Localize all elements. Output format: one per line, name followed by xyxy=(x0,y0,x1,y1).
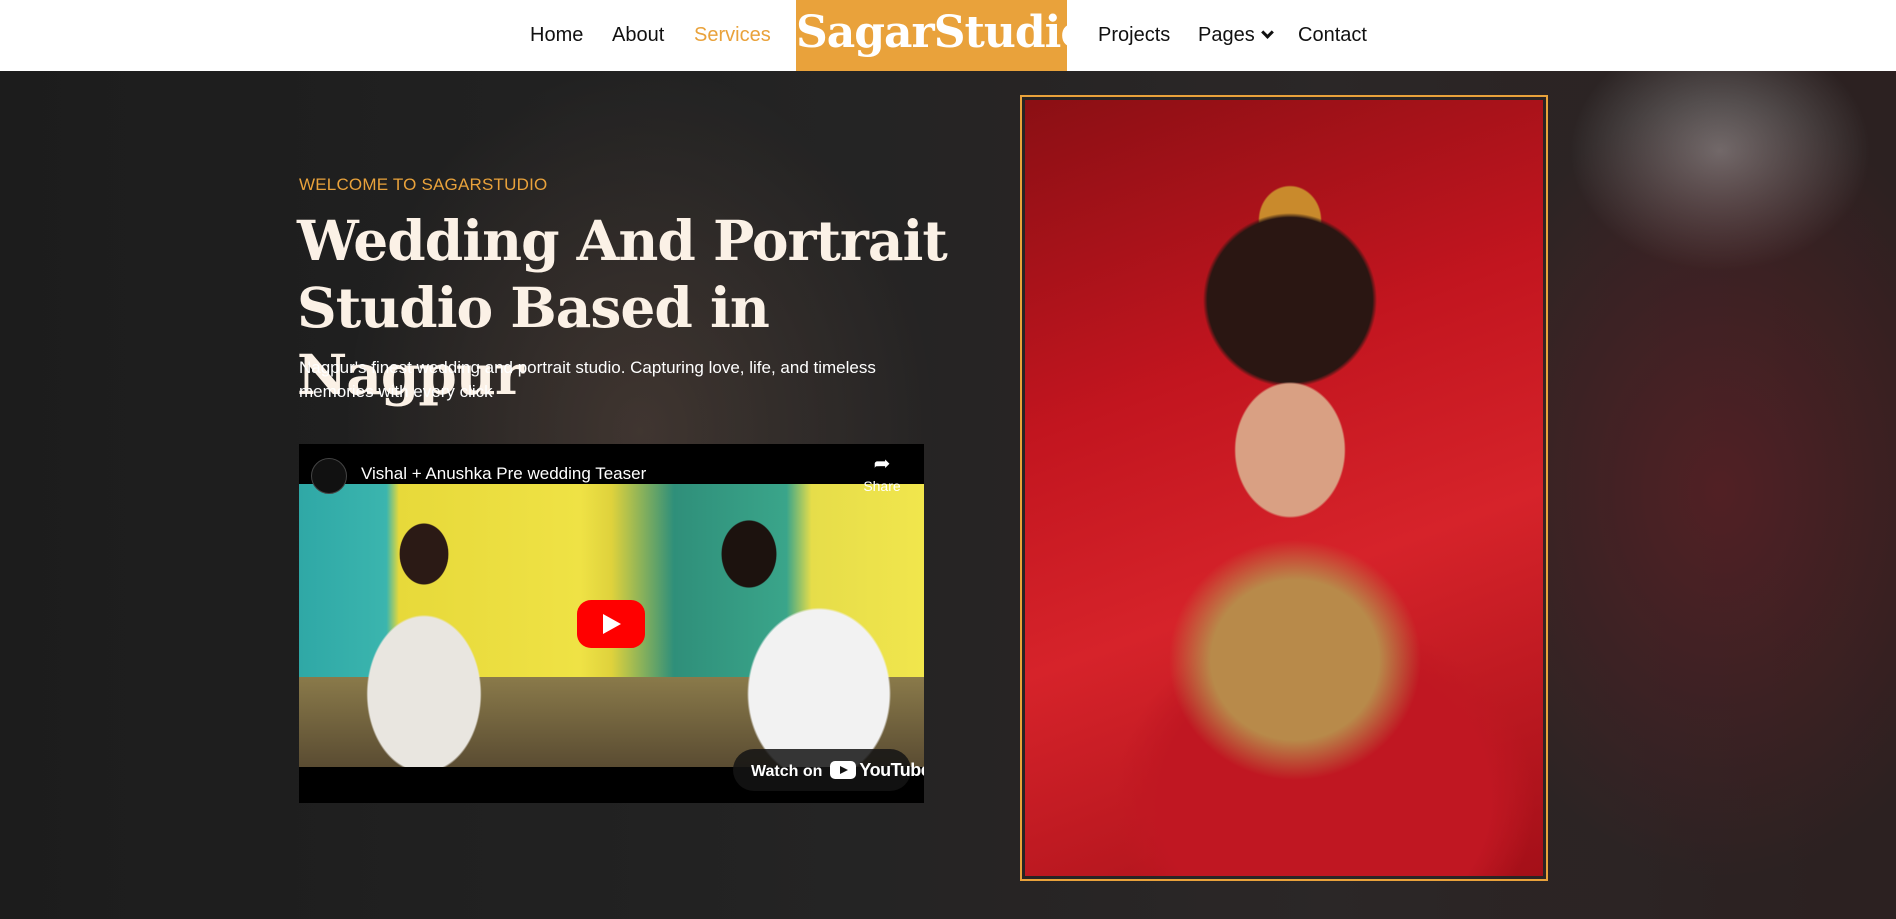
nav-about[interactable]: About xyxy=(612,22,664,48)
bridal-portrait-image xyxy=(1025,100,1543,876)
share-arrow-icon: ➦ xyxy=(873,453,891,475)
nav-services[interactable]: Services xyxy=(694,22,771,48)
navbar: Home About Services SagarStudio Projects… xyxy=(0,0,1896,71)
watch-on-youtube-button[interactable]: Watch on YouTube xyxy=(733,749,924,791)
nav-home[interactable]: Home xyxy=(530,22,583,48)
youtube-logo-icon xyxy=(830,761,857,779)
hero-subtext: Nagpur's finest wedding and portrait stu… xyxy=(299,358,876,401)
nav-contact[interactable]: Contact xyxy=(1298,22,1367,48)
thumbnail-person-left xyxy=(339,504,509,767)
chevron-down-icon xyxy=(1260,26,1274,39)
youtube-wordmark: YouTube xyxy=(859,760,924,780)
share-button[interactable]: ➦ Share xyxy=(857,452,907,494)
hero-section: WELCOME TO SAGARSTUDIO Wedding And Portr… xyxy=(0,71,1896,919)
nav-pages[interactable]: Pages xyxy=(1198,22,1274,48)
hero-background-overlay xyxy=(0,71,1896,919)
watch-on-label: Watch on xyxy=(751,763,823,780)
hero-eyebrow: WELCOME TO SAGARSTUDIO xyxy=(299,175,548,194)
share-label: Share xyxy=(863,478,901,494)
brand-logo[interactable]: SagarStudio xyxy=(796,0,1090,71)
thumbnail-person-right xyxy=(669,494,899,767)
hero-heading-line1: Wedding And Portrait xyxy=(297,208,948,273)
portrait-frame xyxy=(1020,95,1548,881)
channel-avatar[interactable] xyxy=(311,458,347,494)
nav-pages-label: Pages xyxy=(1198,24,1255,46)
nav-projects[interactable]: Projects xyxy=(1098,22,1170,48)
youtube-video-embed[interactable]: Vishal + Anushka Pre wedding Teaser ➦ Sh… xyxy=(299,444,924,803)
play-icon[interactable] xyxy=(577,600,645,648)
video-title[interactable]: Vishal + Anushka Pre wedding Teaser xyxy=(361,464,646,484)
